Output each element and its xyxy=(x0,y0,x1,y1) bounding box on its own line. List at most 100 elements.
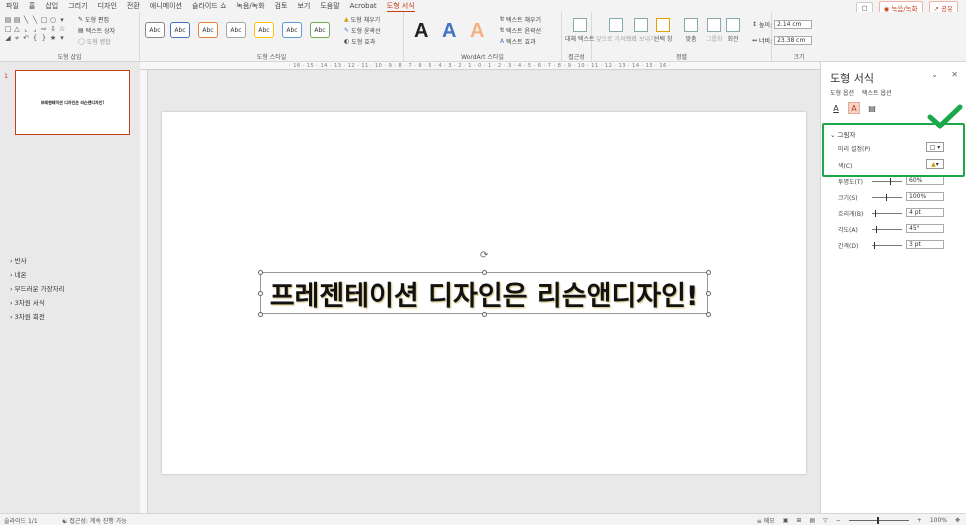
style-swatch[interactable]: Abc xyxy=(170,22,190,38)
align-button[interactable]: 맞춤 xyxy=(684,18,698,43)
tab-shape-format[interactable]: 도형 서식 xyxy=(386,1,415,12)
normal-view-icon[interactable]: ▣ xyxy=(783,517,789,524)
width-input[interactable]: 23.38 cm xyxy=(774,36,813,45)
height-input[interactable]: 2.14 cm xyxy=(774,20,813,29)
text-fill-button[interactable]: 𝔄 텍스트 채우기 xyxy=(500,15,541,25)
slideshow-icon[interactable]: ▽ xyxy=(823,517,828,524)
brace-shape-icon[interactable]: ↶ xyxy=(22,34,30,42)
transparency-slider[interactable] xyxy=(872,178,902,185)
line-shape-icon[interactable]: ╲ xyxy=(31,16,39,24)
section-3d-format[interactable]: › 3차원 서식 xyxy=(10,297,45,307)
rectangle-shape-icon[interactable]: □ xyxy=(4,25,12,33)
tab-review[interactable]: 검토 xyxy=(275,1,288,11)
style-swatch[interactable]: Abc xyxy=(254,22,274,38)
more-shapes-icon[interactable]: ▾ xyxy=(58,16,66,24)
vertical-textbox-shape-icon[interactable]: ▤ xyxy=(13,16,21,24)
fill-line-icon[interactable]: A xyxy=(830,102,842,114)
tab-help[interactable]: 도움말 xyxy=(320,1,339,11)
zoom-level[interactable]: 100% xyxy=(930,517,947,524)
size-slider[interactable] xyxy=(872,194,902,201)
alt-text-button[interactable]: 대체 텍스트 xyxy=(565,18,595,43)
tab-design[interactable]: 디자인 xyxy=(98,1,117,11)
slide-thumbnail[interactable]: 프레젠테이션 디자인은 리슨앤디자인! xyxy=(15,70,130,135)
close-icon[interactable]: ✕ xyxy=(951,70,958,79)
shape-gallery[interactable]: ▤ ▤ ╲ ╲ □ ○ ▾ □ △ ⌞ ⌟ ⇨ ⇩ ☆ ◢ ≁ ↶{} ★ ▾ xyxy=(4,16,75,42)
send-backward-button[interactable]: 뒤로 보내기 xyxy=(626,18,656,43)
effects-icon[interactable]: A xyxy=(848,102,860,114)
brace-shape-icon[interactable]: { xyxy=(31,34,39,42)
triangle-shape-icon[interactable]: ◢ xyxy=(4,34,12,42)
tab-acrobat[interactable]: Acrobat xyxy=(350,2,377,10)
style-swatch[interactable]: Abc xyxy=(226,22,246,38)
brace-shape-icon[interactable]: } xyxy=(40,34,48,42)
blur-slider[interactable] xyxy=(872,210,902,217)
fit-to-window-icon[interactable]: ✥ xyxy=(955,517,960,524)
section-3d-rotation[interactable]: › 3차원 회전 xyxy=(10,311,45,321)
rectangle-shape-icon[interactable]: □ xyxy=(40,16,48,24)
section-reflection[interactable]: › 반사 xyxy=(10,255,27,265)
notes-label: 메모 xyxy=(763,518,775,525)
slide-title-text[interactable]: 프레젠테이션 디자인은 리슨앤디자인! xyxy=(260,274,708,313)
text-effects-button[interactable]: A 텍스트 효과 xyxy=(500,37,536,46)
reading-view-icon[interactable]: ▤ xyxy=(809,517,815,524)
style-swatch[interactable]: Abc xyxy=(198,22,218,38)
textbox-shape-icon[interactable]: ▤ xyxy=(4,16,12,24)
star-shape-icon[interactable]: ★ xyxy=(49,34,57,42)
section-glow[interactable]: › 네온 xyxy=(10,269,27,279)
tab-record[interactable]: 녹음/녹화 xyxy=(236,1,264,11)
style-swatch[interactable]: Abc xyxy=(282,22,302,38)
size-properties-icon[interactable]: ▤ xyxy=(866,102,878,114)
zoom-in-icon[interactable]: + xyxy=(917,517,922,524)
angle-input[interactable]: 45° xyxy=(906,224,944,233)
text-outline-button[interactable]: 𝔄 텍스트 윤곽선 xyxy=(500,26,541,36)
line-shape-icon[interactable]: ╲ xyxy=(22,16,30,24)
arrow-shape-icon[interactable]: ⇨ xyxy=(40,25,48,33)
triangle-shape-icon[interactable]: △ xyxy=(13,25,21,33)
zoom-out-icon[interactable]: − xyxy=(836,517,841,524)
tab-draw[interactable]: 그리기 xyxy=(68,1,87,11)
tab-shape-options[interactable]: 도형 옵션 xyxy=(830,88,854,97)
blur-input[interactable]: 4 pt xyxy=(906,208,944,217)
shape-outline-button[interactable]: ✎ 도형 윤곽선 xyxy=(344,26,381,35)
rotate-handle-icon[interactable]: ⟳ xyxy=(480,250,488,261)
chevron-down-icon[interactable]: ⌄ xyxy=(931,70,938,79)
connector-shape-icon[interactable]: ⌞ xyxy=(22,25,30,33)
style-swatch[interactable]: Abc xyxy=(310,22,330,38)
tab-text-options[interactable]: 텍스트 옵션 xyxy=(862,88,892,97)
size-input[interactable]: 100% xyxy=(906,192,944,201)
wordart-style-blue[interactable]: A xyxy=(442,20,456,43)
text-box-button[interactable]: ▤ 텍스트 상자 xyxy=(78,26,115,35)
notes-button[interactable]: ≡ 메모 xyxy=(757,516,775,525)
edit-shape-button[interactable]: ✎ 도형 편집 xyxy=(78,15,109,24)
accessibility-status[interactable]: ☯ 접근성: 계속 진행 가능 xyxy=(62,516,127,525)
tab-slideshow[interactable]: 슬라이드 쇼 xyxy=(192,1,226,11)
zoom-slider[interactable] xyxy=(848,517,909,524)
selection-pane-button[interactable]: 선택 창 xyxy=(654,18,672,43)
wordart-style-black[interactable]: A xyxy=(414,20,428,43)
distance-slider[interactable] xyxy=(872,242,902,249)
connector-shape-icon[interactable]: ⌟ xyxy=(31,25,39,33)
style-swatch[interactable]: Abc xyxy=(145,22,165,38)
tab-animations[interactable]: 애니메이션 xyxy=(150,1,182,11)
tab-view[interactable]: 보기 xyxy=(297,1,310,11)
oval-shape-icon[interactable]: ○ xyxy=(49,16,57,24)
distance-input[interactable]: 3 pt xyxy=(906,240,944,249)
more-shapes-icon[interactable]: ▾ xyxy=(58,34,66,42)
angle-slider[interactable] xyxy=(872,226,902,233)
merge-shapes-button[interactable]: ◯ 도형 병합 xyxy=(78,37,111,46)
shape-effects-button[interactable]: ◐ 도형 효과 xyxy=(344,37,375,46)
tab-transitions[interactable]: 전환 xyxy=(127,1,140,11)
transparency-input[interactable]: 60% xyxy=(906,176,944,185)
shape-fill-button[interactable]: ▲ 도형 채우기 xyxy=(344,15,380,24)
star-shape-icon[interactable]: ☆ xyxy=(58,25,66,33)
wordart-style-orange[interactable]: A xyxy=(470,20,484,43)
section-soft-edges[interactable]: › 부드러운 가장자리 xyxy=(10,283,65,293)
tab-file[interactable]: 파일 xyxy=(6,1,19,11)
group-button[interactable]: 그룹화 xyxy=(706,18,723,43)
slide-sorter-icon[interactable]: ⊞ xyxy=(796,517,801,524)
tab-home[interactable]: 홈 xyxy=(29,1,35,11)
tab-insert[interactable]: 삽입 xyxy=(45,1,58,11)
rotate-button[interactable]: 회전 xyxy=(726,18,740,43)
curve-shape-icon[interactable]: ≁ xyxy=(13,34,21,42)
arrow-down-shape-icon[interactable]: ⇩ xyxy=(49,25,57,33)
